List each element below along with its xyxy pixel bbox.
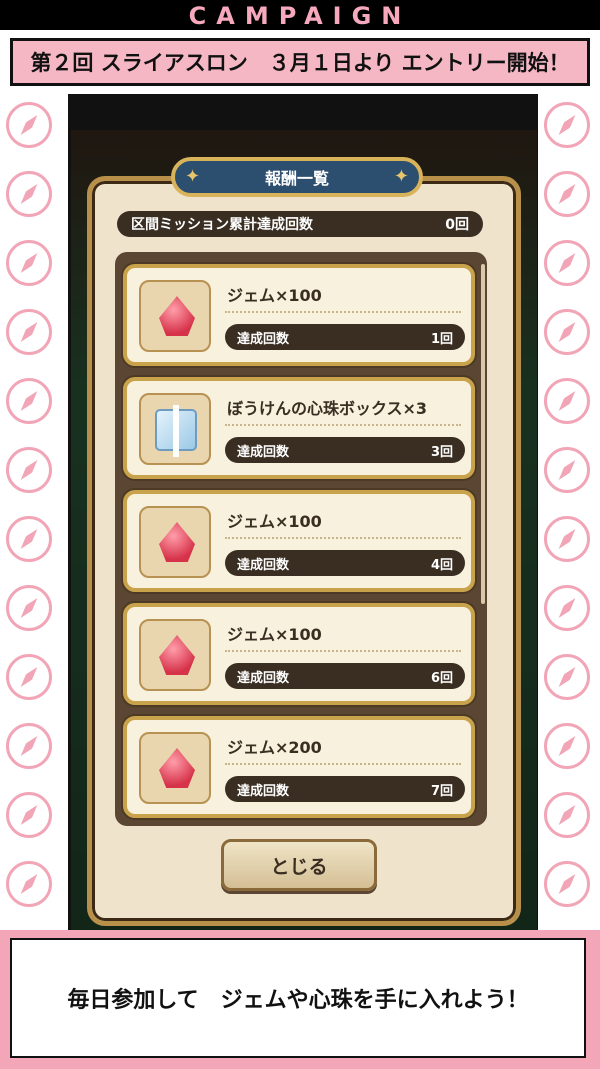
count-label: 達成回数	[237, 444, 290, 460]
count-value: 1回	[430, 331, 453, 347]
compass-icon	[544, 102, 590, 148]
compass-icon	[544, 861, 590, 907]
reward-item: ジェム×100 達成回数 6回	[123, 603, 475, 705]
compass-icon	[544, 447, 590, 493]
compass-icon	[544, 171, 590, 217]
reward-thumb	[139, 393, 211, 465]
compass-icon	[544, 585, 590, 631]
count-label: 達成回数	[237, 670, 290, 686]
compass-icon	[6, 585, 52, 631]
ornament-left-icon: ✦	[185, 166, 201, 187]
compass-icon	[544, 378, 590, 424]
reward-thumb	[139, 506, 211, 578]
count-bar: 達成回数 3回	[225, 437, 465, 463]
gem-icon	[159, 635, 195, 675]
compass-icon	[6, 309, 52, 355]
reward-name: ジェム×100	[227, 286, 322, 305]
compass-icon	[6, 861, 52, 907]
dialog-title: 報酬一覧	[264, 169, 329, 188]
count-bar: 達成回数 1回	[225, 324, 465, 350]
list-scrollbar[interactable]	[481, 264, 485, 604]
reward-thumb	[139, 732, 211, 804]
reward-name: ジェム×100	[227, 512, 322, 531]
compass-icon	[6, 792, 52, 838]
reward-item: ジェム×200 達成回数 7回	[123, 716, 475, 818]
count-value: 7回	[430, 783, 453, 799]
count-label: 達成回数	[237, 557, 290, 573]
footer-caption-area: 毎日参加して ジェムや心珠を手に入れよう！	[0, 930, 600, 1069]
reward-item: ぼうけんの心珠ボックス×3 達成回数 3回	[123, 377, 475, 479]
divider	[225, 763, 461, 765]
compass-icon	[544, 654, 590, 700]
cumulative-count-bar: 区間ミッション累計達成回数 0回	[117, 211, 483, 237]
count-label: 達成回数	[237, 331, 290, 347]
compass-icon	[6, 171, 52, 217]
reward-item: ジェム×100 達成回数 1回	[123, 264, 475, 366]
right-border-decoration	[535, 94, 600, 940]
reward-thumb	[139, 619, 211, 691]
compass-icon	[544, 792, 590, 838]
reward-item: ジェム×100 達成回数 4回	[123, 490, 475, 592]
reward-list[interactable]: ジェム×100 達成回数 1回 ぼうけんの心珠ボックス×3 達成回数 3回 ジェ…	[115, 252, 487, 826]
compass-icon	[6, 378, 52, 424]
divider	[225, 311, 461, 313]
campaign-label: CAMPAIGN	[188, 2, 412, 30]
count-label: 達成回数	[237, 783, 290, 799]
compass-icon	[6, 447, 52, 493]
reward-name: ぼうけんの心珠ボックス×3	[227, 399, 428, 418]
divider	[225, 650, 461, 652]
banner: 第２回 スライアスロン ３月１日より エントリー開始！	[0, 30, 600, 94]
gem-icon	[159, 522, 195, 562]
count-value: 4回	[430, 557, 453, 573]
compass-icon	[6, 654, 52, 700]
left-border-decoration	[0, 94, 71, 940]
game-screen: ✦ 報酬一覧 ✦ 区間ミッション累計達成回数 0回 ジェム×100 達成回数 1…	[71, 94, 537, 940]
count-value: 6回	[430, 670, 453, 686]
compass-icon	[6, 516, 52, 562]
gift-box-icon	[155, 405, 197, 457]
count-bar: 達成回数 7回	[225, 776, 465, 802]
close-button[interactable]: とじる	[221, 839, 377, 891]
top-bar: CAMPAIGN	[0, 0, 600, 30]
cumulative-count-value: 0回	[445, 217, 469, 233]
compass-icon	[544, 309, 590, 355]
count-value: 3回	[430, 444, 453, 460]
compass-icon	[544, 723, 590, 769]
reward-name: ジェム×200	[227, 738, 322, 757]
compass-icon	[544, 240, 590, 286]
compass-icon	[6, 240, 52, 286]
divider	[225, 537, 461, 539]
gem-icon	[159, 748, 195, 788]
ornament-right-icon: ✦	[393, 166, 409, 187]
gem-icon	[159, 296, 195, 336]
cumulative-count-label: 区間ミッション累計達成回数	[131, 217, 313, 233]
compass-icon	[544, 516, 590, 562]
count-bar: 達成回数 6回	[225, 663, 465, 689]
count-bar: 達成回数 4回	[225, 550, 465, 576]
reward-name: ジェム×100	[227, 625, 322, 644]
reward-thumb	[139, 280, 211, 352]
banner-text: 第２回 スライアスロン ３月１日より エントリー開始！	[10, 38, 590, 86]
compass-icon	[6, 102, 52, 148]
compass-icon	[6, 723, 52, 769]
footer-caption: 毎日参加して ジェムや心珠を手に入れよう！	[10, 938, 586, 1058]
divider	[225, 424, 461, 426]
dialog-title-plate: ✦ 報酬一覧 ✦	[171, 157, 423, 197]
